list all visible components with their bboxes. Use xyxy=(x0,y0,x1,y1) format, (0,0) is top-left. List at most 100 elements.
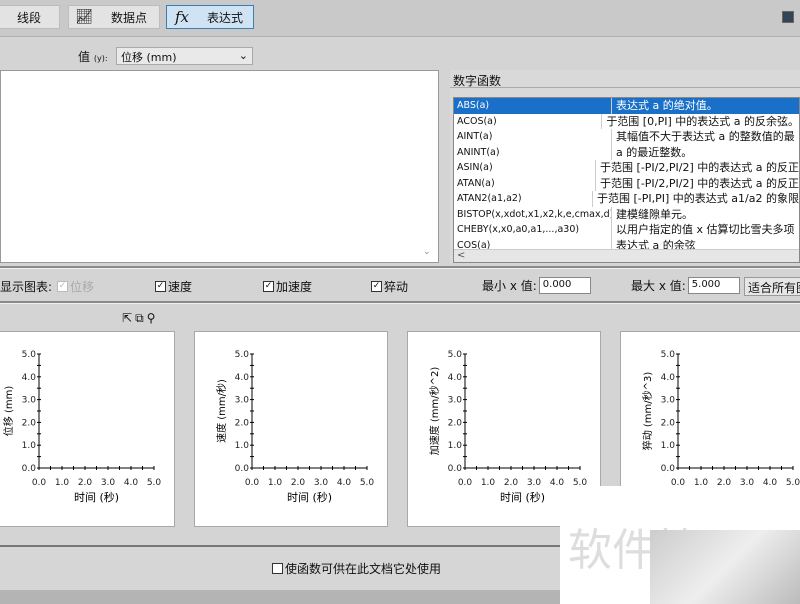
pointer-icon[interactable]: ⇱ xyxy=(122,311,135,325)
velocity-checkbox[interactable]: ✓ xyxy=(155,281,166,292)
chevron-down-icon: ⌄ xyxy=(239,49,248,63)
data-points-label: 数据点 xyxy=(99,9,159,26)
save-icon[interactable] xyxy=(782,11,794,23)
x-tick-label: 1.0 xyxy=(268,478,283,488)
y-tick-label: 5.0 xyxy=(661,350,676,360)
watermark-logo xyxy=(650,530,800,604)
y-tick-label: 2.0 xyxy=(235,418,250,428)
expression-label: 表达式 xyxy=(197,9,253,26)
max-x: 最大 x 值:5.000 xyxy=(631,277,740,294)
y-tick-label: 5.0 xyxy=(448,350,463,360)
x-tick-label: 0.0 xyxy=(32,478,47,488)
jerk-option[interactable]: ✓猝动 xyxy=(371,278,408,295)
function-item[interactable]: ATAN2(a1,a2)于范围 [-PI,PI] 中的表达式 a1/a2 的象限 xyxy=(454,191,799,207)
y-tick-label: 5.0 xyxy=(22,350,37,360)
function-name: BISTOP(x,xdot,x1,x2,k,e,cmax,d) xyxy=(454,207,612,223)
function-desc: 表达式 a 的绝对值。 xyxy=(612,98,718,114)
jerk-checkbox[interactable]: ✓ xyxy=(371,281,382,292)
chart-tools: ⇱⧉⚲ xyxy=(122,311,158,326)
acceleration-checkbox[interactable]: ✓ xyxy=(263,281,274,292)
function-item[interactable]: AINT(a)其幅值不大于表达式 a 的整数值的最 xyxy=(454,129,799,145)
function-name: ACOS(a) xyxy=(454,114,602,130)
function-item[interactable]: ACOS(a)于范围 [0,PI] 中的表达式 a 的反余弦。 xyxy=(454,114,799,130)
expression-button[interactable]: fx表达式 xyxy=(166,5,254,29)
x-tick-label: 2.0 xyxy=(78,478,93,488)
y-axis-label: 加速度 (mm/秒^2) xyxy=(428,367,441,456)
y-tick-label: 1.0 xyxy=(448,441,463,451)
displacement-checkbox[interactable]: ✓ xyxy=(57,281,68,292)
y-tick-label: 2.0 xyxy=(661,418,676,428)
x-tick-label: 0.0 xyxy=(245,478,260,488)
watermark: 软件技巧 xyxy=(560,486,800,604)
share-function-option[interactable]: 使函数可供在此文档它处使用 xyxy=(272,560,441,577)
fit-all-button[interactable]: 适合所有图 xyxy=(744,277,800,296)
x-tick-label: 3.0 xyxy=(101,478,116,488)
min-x: 最小 x 值:0.000 xyxy=(482,277,591,294)
function-item[interactable]: CHEBY(x,x0,a0,a1,...,a30)以用户指定的值 x 估算切比雪… xyxy=(454,222,799,238)
min-x-input[interactable]: 0.000 xyxy=(539,277,591,294)
function-desc: 于范围 [-PI/2,PI/2] 中的表达式 a 的反正 xyxy=(596,160,799,176)
y-tick-label: 2.0 xyxy=(22,418,37,428)
x-tick-label: 1.0 xyxy=(481,478,496,488)
velocity-option[interactable]: ✓速度 xyxy=(155,278,192,295)
toolbar: 线段 📈︎数据点 fx表达式 xyxy=(0,0,800,37)
x-tick-label: 4.0 xyxy=(337,478,352,488)
y-tick-label: 4.0 xyxy=(22,373,37,383)
y-tick-label: 4.0 xyxy=(235,373,250,383)
fx-icon: fx xyxy=(167,8,197,26)
function-name: ABS(a) xyxy=(454,98,612,114)
y-tick-label: 4.0 xyxy=(448,373,463,383)
zoom-fit-icon[interactable]: ⧉ xyxy=(135,311,147,325)
function-desc: 于范围 [0,PI] 中的表达式 a 的反余弦。 xyxy=(602,114,799,130)
function-item[interactable]: ANINT(a)a 的最近整数。 xyxy=(454,145,799,161)
value-select[interactable]: 位移 (mm)⌄ xyxy=(116,47,253,65)
function-desc: 建模缝隙单元。 xyxy=(612,207,693,223)
function-name: ATAN2(a1,a2) xyxy=(454,191,593,207)
x-axis-label: 时间 (秒) xyxy=(287,490,332,504)
show-charts: 显示图表:✓位移 xyxy=(0,278,94,295)
chart-0: 0.01.02.03.04.05.00.01.02.03.04.05.0时间 (… xyxy=(0,331,175,527)
x-axis-label: 时间 (秒) xyxy=(500,490,545,504)
y-tick-label: 0.0 xyxy=(22,464,37,474)
horizontal-scrollbar[interactable]: < xyxy=(454,249,799,262)
y-tick-label: 3.0 xyxy=(661,396,676,406)
data-points-button[interactable]: 📈︎数据点 xyxy=(68,5,160,29)
y-tick-label: 1.0 xyxy=(661,441,676,451)
function-name: ANINT(a) xyxy=(454,145,612,161)
y-tick-label: 0.0 xyxy=(448,464,463,474)
x-tick-label: 2.0 xyxy=(504,478,519,488)
zoom-icon[interactable]: ⚲ xyxy=(147,311,159,325)
function-desc: a 的最近整数。 xyxy=(612,145,692,161)
functions-list[interactable]: ABS(a)表达式 a 的绝对值。ACOS(a)于范围 [0,PI] 中的表达式… xyxy=(453,97,800,263)
value-label: 值 (y): xyxy=(78,48,108,65)
x-tick-label: 5.0 xyxy=(360,478,375,488)
function-desc: 以用户指定的值 x 估算切比雪夫多项 xyxy=(612,222,795,238)
function-name: ASIN(a) xyxy=(454,160,596,176)
segment-button[interactable]: 线段 xyxy=(0,5,60,29)
function-item[interactable]: ABS(a)表达式 a 的绝对值。 xyxy=(454,98,799,114)
function-item[interactable]: BISTOP(x,xdot,x1,x2,k,e,cmax,d)建模缝隙单元。 xyxy=(454,207,799,223)
divider xyxy=(0,266,800,269)
x-tick-label: 3.0 xyxy=(314,478,329,488)
y-tick-label: 3.0 xyxy=(448,396,463,406)
x-tick-label: 5.0 xyxy=(147,478,162,488)
y-axis-label: 位移 (mm) xyxy=(2,386,15,437)
share-function-checkbox[interactable] xyxy=(272,563,283,574)
chart-svg: 0.01.02.03.04.05.00.01.02.03.04.05.0时间 (… xyxy=(0,332,176,528)
x-axis-label: 时间 (秒) xyxy=(74,490,119,504)
function-name: AINT(a) xyxy=(454,129,612,145)
expression-editor[interactable]: ⌄ xyxy=(0,70,439,263)
divider xyxy=(0,301,800,304)
function-item[interactable]: ASIN(a)于范围 [-PI/2,PI/2] 中的表达式 a 的反正 xyxy=(454,160,799,176)
scroll-down-icon[interactable]: ⌄ xyxy=(423,247,431,257)
acceleration-option[interactable]: ✓加速度 xyxy=(263,278,312,295)
function-name: ATAN(a) xyxy=(454,176,596,192)
y-tick-label: 2.0 xyxy=(448,418,463,428)
y-tick-label: 3.0 xyxy=(22,396,37,406)
x-tick-label: 1.0 xyxy=(55,478,70,488)
function-item[interactable]: ATAN(a)于范围 [-PI/2,PI/2] 中的表达式 a 的反正 xyxy=(454,176,799,192)
x-tick-label: 2.0 xyxy=(291,478,306,488)
y-axis-label: 速度 (mm/秒) xyxy=(215,379,228,443)
functions-title: 数字函数 xyxy=(450,70,800,88)
max-x-input[interactable]: 5.000 xyxy=(688,277,740,294)
